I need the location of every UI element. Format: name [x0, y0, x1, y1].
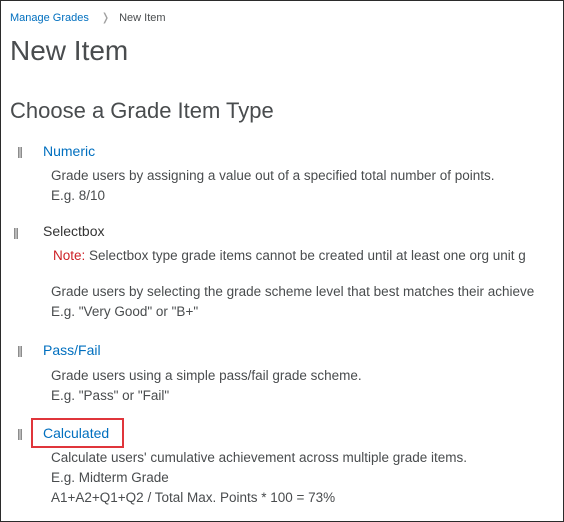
chevron-right-icon: ❭	[100, 12, 111, 24]
numeric-example: E.g. 8/10	[51, 188, 106, 203]
radio-marker-icon[interactable]	[14, 228, 18, 239]
breadcrumb-manage-grades-link[interactable]: Manage Grades	[10, 12, 89, 24]
passfail-description: Grade users using a simple pass/fail gra…	[51, 368, 362, 383]
calculated-description: Calculate users' cumulative achievement …	[51, 450, 468, 465]
selectbox-note-label: Note:	[53, 248, 86, 263]
passfail-example: E.g. "Pass" or "Fail"	[51, 388, 170, 403]
radio-marker-icon[interactable]	[18, 346, 22, 357]
numeric-description: Grade users by assigning a value out of …	[51, 168, 495, 183]
selectbox-note: Note: Selectbox type grade items cannot …	[53, 246, 526, 265]
section-title: Choose a Grade Item Type	[10, 98, 274, 123]
radio-marker-icon[interactable]	[18, 147, 22, 158]
selectbox-note-text: Selectbox type grade items cannot be cre…	[89, 248, 526, 263]
selectbox-label: Selectbox	[43, 223, 105, 239]
passfail-link[interactable]: Pass/Fail	[43, 341, 101, 359]
calculated-example: E.g. Midterm Grade	[51, 470, 169, 485]
radio-marker-icon[interactable]	[18, 429, 22, 440]
selectbox-example: E.g. "Very Good" or "B+"	[51, 304, 199, 319]
breadcrumb: Manage Grades ❭ New Item	[10, 11, 166, 25]
calculated-link[interactable]: Calculated	[43, 424, 109, 442]
numeric-link[interactable]: Numeric	[43, 142, 95, 160]
breadcrumb-current: New Item	[119, 12, 166, 24]
calculated-formula: A1+A2+Q1+Q2 / Total Max. Points * 100 = …	[51, 490, 336, 505]
page-title: New Item	[10, 35, 129, 66]
selectbox-description: Grade users by selecting the grade schem…	[51, 284, 535, 299]
page-frame: Manage Grades ❭ New Item New Item Choose a…	[0, 0, 564, 522]
